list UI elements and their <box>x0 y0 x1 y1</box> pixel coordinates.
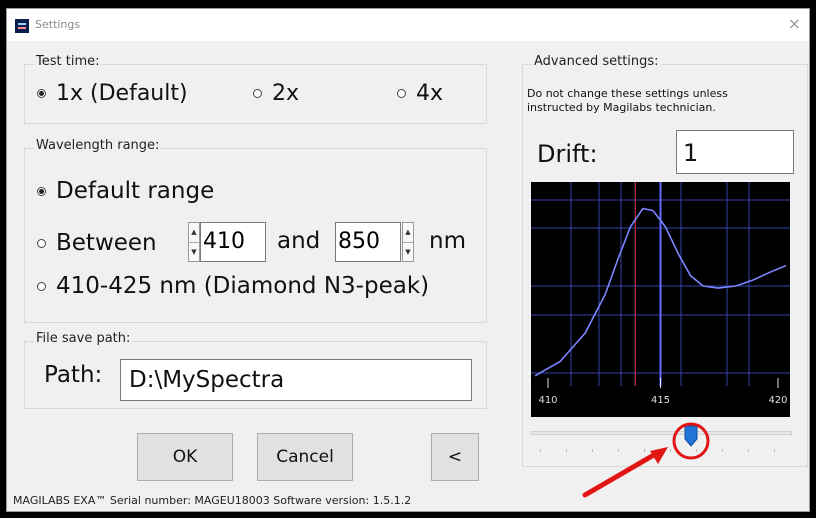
slider-tick <box>774 449 775 452</box>
slider-tick <box>670 449 671 452</box>
x-tick-label: 410 <box>538 395 557 406</box>
ok-button[interactable]: OK <box>137 433 233 481</box>
app-icon <box>15 19 29 33</box>
spectrum-chart: 410 415 420 <box>531 182 790 417</box>
to-down-icon[interactable]: ▼ <box>403 243 413 262</box>
slider-tick <box>696 449 697 452</box>
cancel-button[interactable]: Cancel <box>257 433 353 481</box>
from-down-icon[interactable]: ▼ <box>189 243 199 262</box>
radio-1x-dot <box>37 89 46 98</box>
back-button[interactable]: < <box>431 433 479 481</box>
slider-track[interactable] <box>531 431 792 435</box>
radio-diamond-n3-label: 410-425 nm (Diamond N3-peak) <box>56 273 430 299</box>
radio-1x-label: 1x (Default) <box>56 81 188 106</box>
advanced-note: Do not change these settings unless inst… <box>527 87 728 114</box>
file-save-legend: File save path: <box>34 331 133 346</box>
radio-diamond-n3[interactable]: 410-425 nm (Diamond N3-peak) <box>37 273 429 299</box>
radio-between[interactable]: Between <box>37 230 157 256</box>
advanced-settings-legend: Advanced settings: <box>532 54 661 69</box>
to-wavelength-input[interactable]: 850 <box>335 222 401 262</box>
slider-tick <box>540 449 541 452</box>
wavelength-legend: Wavelength range: <box>34 138 162 153</box>
and-label: and <box>277 228 321 254</box>
radio-4x-dot <box>397 89 406 98</box>
radio-default-range[interactable]: Default range <box>37 178 214 204</box>
footer-status: MAGILABS EXA™ Serial number: MAGEU18003 … <box>13 494 412 507</box>
radio-1x[interactable]: 1x (Default) <box>37 81 188 106</box>
x-tick-label: 420 <box>768 395 787 406</box>
window-title: Settings <box>35 18 81 31</box>
radio-4x-label: 4x <box>416 81 444 106</box>
slider-tick <box>592 449 593 452</box>
slider-tick <box>644 449 645 452</box>
x-tick-label: 415 <box>651 395 670 406</box>
drift-label: Drift: <box>537 140 598 168</box>
drift-input[interactable]: 1 <box>676 130 794 174</box>
slider-tick <box>618 449 619 452</box>
radio-default-range-label: Default range <box>56 178 215 204</box>
radio-default-range-dot <box>37 186 46 196</box>
close-icon[interactable]: × <box>788 15 801 33</box>
radio-diamond-n3-dot <box>37 281 46 291</box>
slider-tick <box>722 449 723 452</box>
to-spinner-buttons[interactable]: ▲ ▼ <box>402 222 414 262</box>
radio-2x-label: 2x <box>272 81 300 106</box>
slider-thumb[interactable] <box>681 425 701 447</box>
from-spinner-buttons[interactable]: ▲ ▼ <box>188 222 200 262</box>
radio-between-dot <box>37 238 46 248</box>
to-up-icon[interactable]: ▲ <box>403 223 413 243</box>
radio-2x-dot <box>253 89 262 98</box>
title-bar: Settings × <box>7 9 809 41</box>
slider-tick <box>748 449 749 452</box>
from-up-icon[interactable]: ▲ <box>189 223 199 243</box>
radio-4x[interactable]: 4x <box>397 81 443 106</box>
slider-tick <box>566 449 567 452</box>
test-time-legend: Test time: <box>34 54 102 69</box>
radio-between-label: Between <box>56 230 157 256</box>
from-wavelength-input[interactable]: 410 <box>200 222 266 262</box>
radio-2x[interactable]: 2x <box>253 81 299 106</box>
path-input[interactable]: D:\MySpectra <box>120 359 472 401</box>
path-label: Path: <box>44 362 103 388</box>
nm-unit-label: nm <box>429 228 466 254</box>
